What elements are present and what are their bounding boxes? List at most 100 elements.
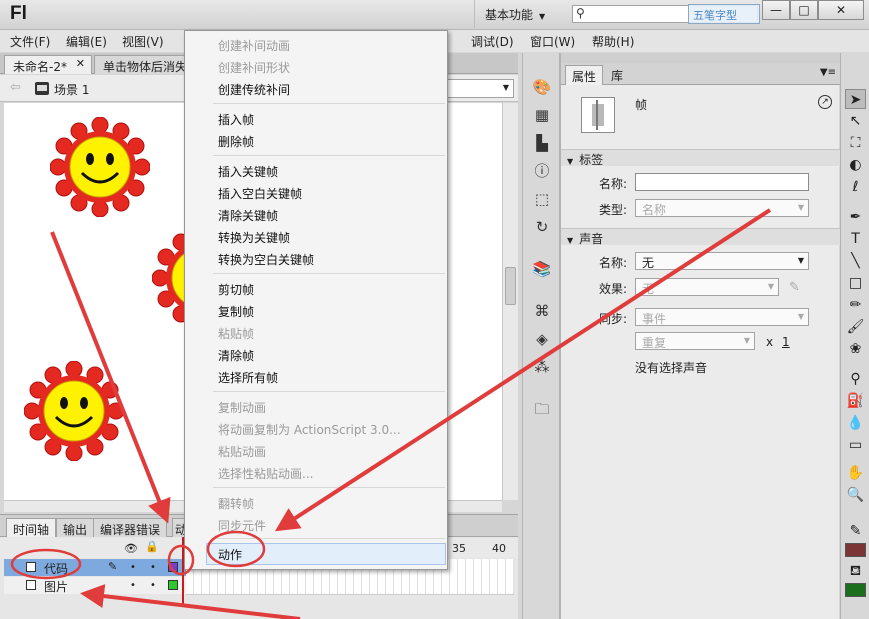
menu-item-create-classic-tween[interactable]: 创建传统补间: [218, 81, 290, 98]
lock-dot[interactable]: •: [150, 562, 156, 573]
menu-help[interactable]: 帮助(H): [592, 33, 634, 50]
info-icon[interactable]: ⓘ: [532, 161, 552, 181]
section-sound[interactable]: ▼ 声音: [561, 228, 840, 246]
menu-item-create-shape-tween[interactable]: 创建补间形状: [218, 59, 290, 76]
selection-tool-icon[interactable]: ➤: [845, 89, 866, 109]
menu-item-cut-frames[interactable]: 剪切帧: [218, 281, 254, 298]
line-tool-icon[interactable]: ╲: [845, 251, 866, 271]
paint-bucket-tool-icon[interactable]: ⛽: [845, 391, 866, 411]
text-tool-icon[interactable]: T: [845, 229, 866, 249]
subselection-tool-icon[interactable]: ↖: [845, 111, 866, 131]
menu-item-copy-motion-as-as3[interactable]: 将动画复制为 ActionScript 3.0...: [218, 421, 401, 438]
sound-sync-select[interactable]: 事件 ▼: [635, 308, 809, 326]
menu-item-remove-frames[interactable]: 删除帧: [218, 133, 254, 150]
tab-library[interactable]: 库: [605, 65, 629, 85]
menu-item-insert-blank-keyframe[interactable]: 插入空白关键帧: [218, 185, 302, 202]
tab-timeline[interactable]: 时间轴: [6, 518, 57, 537]
document-tab-active[interactable]: 未命名-2* ✕: [4, 55, 92, 74]
swatches-icon[interactable]: ▦: [532, 105, 552, 125]
document-tab[interactable]: 单击物体后消失: [94, 55, 186, 74]
fill-color-swatch[interactable]: [845, 583, 866, 597]
lasso-tool-icon[interactable]: ℓ: [845, 177, 866, 197]
eraser-tool-icon[interactable]: ▭: [845, 435, 866, 455]
zoom-select[interactable]: ▼: [440, 79, 514, 98]
stage-vertical-scrollbar[interactable]: [502, 103, 518, 500]
3d-rotation-tool-icon[interactable]: ◐: [845, 155, 866, 175]
components-icon[interactable]: ◈: [532, 329, 552, 349]
menu-item-create-motion-tween[interactable]: 创建补间动画: [218, 37, 290, 54]
pen-tool-icon[interactable]: ✒: [845, 207, 866, 227]
menu-item-paste-motion-special[interactable]: 选择性粘贴动画...: [218, 465, 313, 482]
menu-item-copy-motion[interactable]: 复制动画: [218, 399, 266, 416]
repeat-count-value[interactable]: 1: [782, 335, 790, 349]
sound-name-select[interactable]: 无 ▼: [635, 252, 809, 270]
align-icon[interactable]: ▙: [532, 133, 552, 153]
lock-icon[interactable]: 🔒: [145, 540, 159, 553]
frame-name-input[interactable]: [635, 173, 809, 191]
menu-item-actions[interactable]: 动作: [218, 546, 242, 563]
menu-item-reverse-frames[interactable]: 翻转帧: [218, 495, 254, 512]
menu-item-convert-to-keyframe[interactable]: 转换为关键帧: [218, 229, 290, 246]
transform-icon[interactable]: ⬚: [532, 189, 552, 209]
layer-row-code[interactable]: 代码 ✎ • •: [4, 559, 186, 576]
rectangle-tool-icon[interactable]: □: [845, 273, 866, 293]
layer-row-image[interactable]: 图片 • •: [4, 577, 186, 594]
visibility-dot[interactable]: •: [130, 562, 136, 573]
actions-icon[interactable]: ⌘: [532, 301, 552, 321]
brush-tool-icon[interactable]: 🖌: [845, 317, 866, 337]
menu-file[interactable]: 文件(F): [10, 33, 50, 50]
layer-outline-swatch[interactable]: [168, 580, 178, 590]
pencil-icon[interactable]: ✎: [789, 280, 800, 295]
minimize-button[interactable]: —: [762, 0, 790, 20]
project-icon[interactable]: 🗀: [532, 399, 552, 419]
menu-item-paste-motion[interactable]: 粘贴动画: [218, 443, 266, 460]
menu-item-clear-frames[interactable]: 清除帧: [218, 347, 254, 364]
panel-menu-icon[interactable]: ▼≡: [820, 67, 836, 78]
tab-compiler-errors[interactable]: 编译器错误: [93, 518, 168, 537]
pencil-tool-icon[interactable]: ✏: [845, 295, 866, 315]
menu-item-insert-keyframe[interactable]: 插入关键帧: [218, 163, 278, 180]
close-icon[interactable]: ✕: [76, 57, 85, 70]
bone-tool-icon[interactable]: ⚲: [845, 369, 866, 389]
label-type-select[interactable]: 名称 ▼: [635, 199, 809, 217]
close-button[interactable]: ✕: [818, 0, 864, 20]
panel-grip[interactable]: [561, 53, 840, 63]
fill-color-icon[interactable]: ⛾: [845, 561, 866, 581]
zoom-tool-icon[interactable]: 🔍: [845, 485, 866, 505]
sound-repeat-select[interactable]: 重复 ▼: [635, 332, 755, 350]
eyedropper-tool-icon[interactable]: 💧: [845, 413, 866, 433]
library-icon[interactable]: 📚: [532, 259, 552, 279]
stroke-color-icon[interactable]: ✎: [845, 521, 866, 541]
workspace-switcher[interactable]: 基本功能 ▼: [474, 0, 560, 28]
menu-item-copy-frames[interactable]: 复制帧: [218, 303, 254, 320]
menu-debug[interactable]: 调试(D): [471, 33, 514, 50]
section-label[interactable]: ▼ 标签: [561, 149, 840, 167]
free-transform-tool-icon[interactable]: ⛶: [845, 133, 866, 153]
menu-item-clear-keyframe[interactable]: 清除关键帧: [218, 207, 278, 224]
menu-item-select-all-frames[interactable]: 选择所有帧: [218, 369, 278, 386]
color-icon[interactable]: 🎨: [532, 77, 552, 97]
sunflower-image[interactable]: [50, 117, 150, 217]
maximize-button[interactable]: □: [790, 0, 818, 20]
help-icon[interactable]: ↗: [818, 95, 832, 109]
tab-output[interactable]: 输出: [56, 518, 95, 537]
history-icon[interactable]: ↻: [532, 217, 552, 237]
menu-window[interactable]: 窗口(W): [530, 33, 575, 50]
menu-edit[interactable]: 编辑(E): [66, 33, 107, 50]
menu-item-paste-frames[interactable]: 粘贴帧: [218, 325, 254, 342]
lock-dot[interactable]: •: [150, 580, 156, 591]
back-arrow-icon[interactable]: ⇦: [10, 80, 21, 95]
hand-tool-icon[interactable]: ✋: [845, 463, 866, 483]
menu-view[interactable]: 视图(V): [122, 33, 164, 50]
menu-item-synchronize-symbols[interactable]: 同步元件: [218, 517, 266, 534]
menu-item-convert-to-blank-keyframe[interactable]: 转换为空白关键帧: [218, 251, 314, 268]
scrollbar-thumb[interactable]: [505, 267, 516, 305]
sunflower-image[interactable]: [24, 361, 124, 461]
sound-effect-select[interactable]: 无 ▼: [635, 278, 779, 296]
deco-tool-icon[interactable]: ❀: [845, 339, 866, 359]
visibility-dot[interactable]: •: [130, 580, 136, 591]
tab-properties[interactable]: 属性: [565, 65, 604, 85]
motion-presets-icon[interactable]: ⁂: [532, 357, 552, 377]
menu-item-insert-frame[interactable]: 插入帧: [218, 111, 254, 128]
layer-outline-swatch[interactable]: [168, 562, 178, 572]
